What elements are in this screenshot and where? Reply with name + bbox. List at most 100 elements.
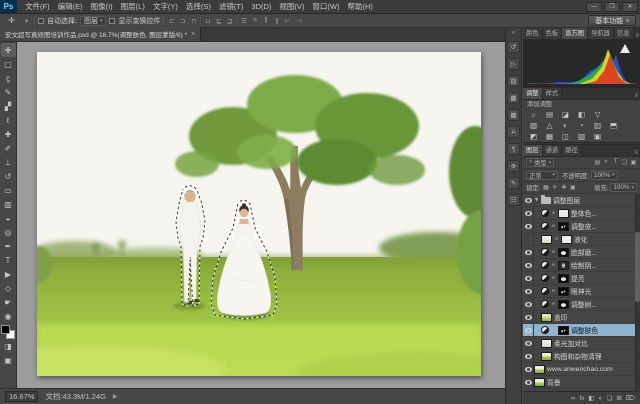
- auto-select-checkbox[interactable]: [38, 18, 44, 24]
- exposure-adjustment-icon[interactable]: ◧: [576, 110, 587, 119]
- align-left-edges-icon[interactable]: ⊏: [167, 17, 176, 25]
- align-left-edges-icon[interactable]: ⊐: [178, 17, 187, 25]
- lasso-tool[interactable]: ϛ: [1, 71, 16, 85]
- layer-thumbnail[interactable]: [541, 313, 552, 322]
- levels-adjustment-icon[interactable]: ▤: [544, 110, 555, 119]
- tab-颜色[interactable]: 颜色: [523, 28, 543, 39]
- filter-icon-3[interactable]: ❏: [621, 159, 628, 166]
- new-adjustment-icon[interactable]: ◐: [599, 395, 603, 402]
- channel-mixer-adjustment-icon[interactable]: ▥: [592, 121, 603, 130]
- black-white-adjustment-icon[interactable]: ◐: [560, 121, 571, 130]
- menu-item-4[interactable]: 文字(Y): [149, 0, 182, 13]
- marquee-tool[interactable]: ▢: [1, 57, 16, 71]
- tab-调整[interactable]: 调整: [523, 88, 543, 99]
- filter-icon-1[interactable]: ◐: [603, 159, 610, 166]
- menu-item-9[interactable]: 窗口(W): [308, 0, 343, 13]
- layer-visibility-toggle[interactable]: [523, 272, 534, 284]
- layer-row[interactable]: ∞调整肤色: [523, 324, 640, 337]
- tab-图层[interactable]: 图层: [523, 145, 543, 156]
- layer-mask-thumbnail[interactable]: [561, 235, 572, 244]
- layer-visibility-toggle[interactable]: [523, 207, 534, 219]
- color-lookup-adjustment-icon[interactable]: ⬒: [608, 121, 619, 130]
- layers-scrollbar[interactable]: [635, 194, 640, 391]
- threshold-adjustment-icon[interactable]: ◫: [560, 132, 571, 141]
- layer-row[interactable]: 柔光加对比: [523, 337, 640, 350]
- maximize-button[interactable]: ❐: [604, 2, 620, 12]
- layer-style-icon[interactable]: fx: [579, 395, 584, 402]
- actions-panel-icon[interactable]: ▷: [507, 58, 520, 70]
- layer-group-row[interactable]: ▼调整图层: [523, 194, 640, 207]
- invert-adjustment-icon[interactable]: ◩: [528, 132, 539, 141]
- styles-panel-icon[interactable]: ▦: [507, 92, 520, 104]
- quick-mask-button[interactable]: ◨: [1, 339, 16, 353]
- workspace-switcher-button[interactable]: 基本功能 ≡: [588, 15, 636, 26]
- menu-item-8[interactable]: 视图(V): [275, 0, 308, 13]
- foreground-color-swatch[interactable]: [1, 325, 10, 334]
- layer-row[interactable]: 盖印: [523, 311, 640, 324]
- lock-icon-0[interactable]: ▦: [542, 184, 549, 191]
- distribute-icon[interactable]: ∥: [272, 17, 281, 25]
- quick-selection-tool[interactable]: ✎: [1, 85, 16, 99]
- blend-mode-dropdown[interactable]: 正常 ▾: [526, 171, 558, 180]
- tab-样式[interactable]: 样式: [543, 88, 563, 99]
- distribute-icon[interactable]: ⫼: [261, 17, 270, 25]
- zoom-tool[interactable]: ◉: [1, 309, 16, 323]
- distribute-icon[interactable]: ☰: [239, 17, 248, 25]
- link-layers-icon[interactable]: ∞: [571, 395, 576, 402]
- menu-item-5[interactable]: 选择(S): [182, 0, 215, 13]
- lock-icon-3[interactable]: ▣: [569, 184, 576, 191]
- pen-tool[interactable]: ✒: [1, 239, 16, 253]
- layer-thumbnail[interactable]: [534, 365, 545, 374]
- layer-mask-thumbnail[interactable]: [558, 326, 569, 335]
- new-layer-icon[interactable]: ⊞: [616, 394, 621, 402]
- move-tool[interactable]: ✛: [1, 43, 16, 57]
- screen-mode-button[interactable]: ▣: [1, 353, 16, 367]
- zoom-level-field[interactable]: 16.67%: [5, 391, 38, 402]
- layer-row[interactable]: ∞液化: [523, 233, 640, 246]
- blur-tool[interactable]: ◒: [1, 211, 16, 225]
- hue-saturation-adjustment-icon[interactable]: ▧: [528, 121, 539, 130]
- layer-visibility-toggle[interactable]: [523, 376, 534, 388]
- layer-visibility-toggle[interactable]: [523, 233, 534, 245]
- menu-item-0[interactable]: 文件(F): [21, 0, 54, 13]
- minimize-button[interactable]: —: [586, 2, 602, 12]
- filter-icon-2[interactable]: T: [612, 159, 619, 166]
- layer-visibility-toggle[interactable]: [523, 298, 534, 310]
- document-tab[interactable]: 安文超写真修图培训作品.psd @ 16.7%(调整肤色, 图层蒙版/8) * …: [0, 27, 201, 41]
- layer-row[interactable]: ∞提亮: [523, 272, 640, 285]
- menu-item-2[interactable]: 图像(I): [87, 0, 117, 13]
- filter-icon-4[interactable]: ▣: [630, 159, 637, 166]
- menu-item-1[interactable]: 编辑(E): [54, 0, 87, 13]
- new-group-icon[interactable]: ❏: [607, 394, 613, 402]
- distribute-icon[interactable]: ≡: [250, 17, 259, 24]
- layer-visibility-toggle[interactable]: [523, 311, 534, 323]
- layer-thumbnail[interactable]: [534, 378, 545, 387]
- tab-通道[interactable]: 通道: [543, 145, 563, 156]
- gradient-map-adjustment-icon[interactable]: ▨: [576, 132, 587, 141]
- layer-thumbnail[interactable]: [541, 352, 552, 361]
- filter-icon-0[interactable]: ▤: [594, 159, 601, 166]
- eyedropper-tool[interactable]: ℓ: [1, 113, 16, 127]
- align-left-edges-icon[interactable]: ⊓: [189, 17, 198, 25]
- vibrance-adjustment-icon[interactable]: ▽: [592, 110, 603, 119]
- paragraph-panel-icon[interactable]: ¶: [507, 143, 520, 155]
- opacity-dropdown[interactable]: 100% ▾: [591, 171, 618, 180]
- path-selection-tool[interactable]: ▶: [1, 267, 16, 281]
- notes-panel-icon[interactable]: ✎: [507, 177, 520, 189]
- tool-preset-arrow-icon[interactable]: ▾: [22, 17, 31, 25]
- layer-visibility-toggle[interactable]: [523, 246, 534, 258]
- properties-panel-icon[interactable]: ▤: [507, 75, 520, 87]
- panel-menu-icon[interactable]: ≡: [634, 33, 640, 39]
- menu-item-6[interactable]: 滤镜(T): [215, 0, 248, 13]
- layer-visibility-toggle[interactable]: [523, 350, 534, 362]
- shape-tool[interactable]: ◇: [1, 281, 16, 295]
- layer-thumbnail[interactable]: [541, 235, 552, 244]
- filter-kind-dropdown[interactable]: ⌕ 类型 ▾: [526, 158, 554, 167]
- distribute-icon[interactable]: ⊣: [294, 17, 303, 25]
- layer-mask-thumbnail[interactable]: [558, 300, 569, 309]
- delete-layer-icon[interactable]: ⌦: [626, 394, 635, 402]
- swatches-panel-icon[interactable]: ▩: [507, 109, 520, 121]
- photo-filter-adjustment-icon[interactable]: ◔: [576, 121, 587, 130]
- tab-信息[interactable]: 信息: [614, 28, 634, 39]
- selective-color-adjustment-icon[interactable]: ▣: [592, 132, 603, 141]
